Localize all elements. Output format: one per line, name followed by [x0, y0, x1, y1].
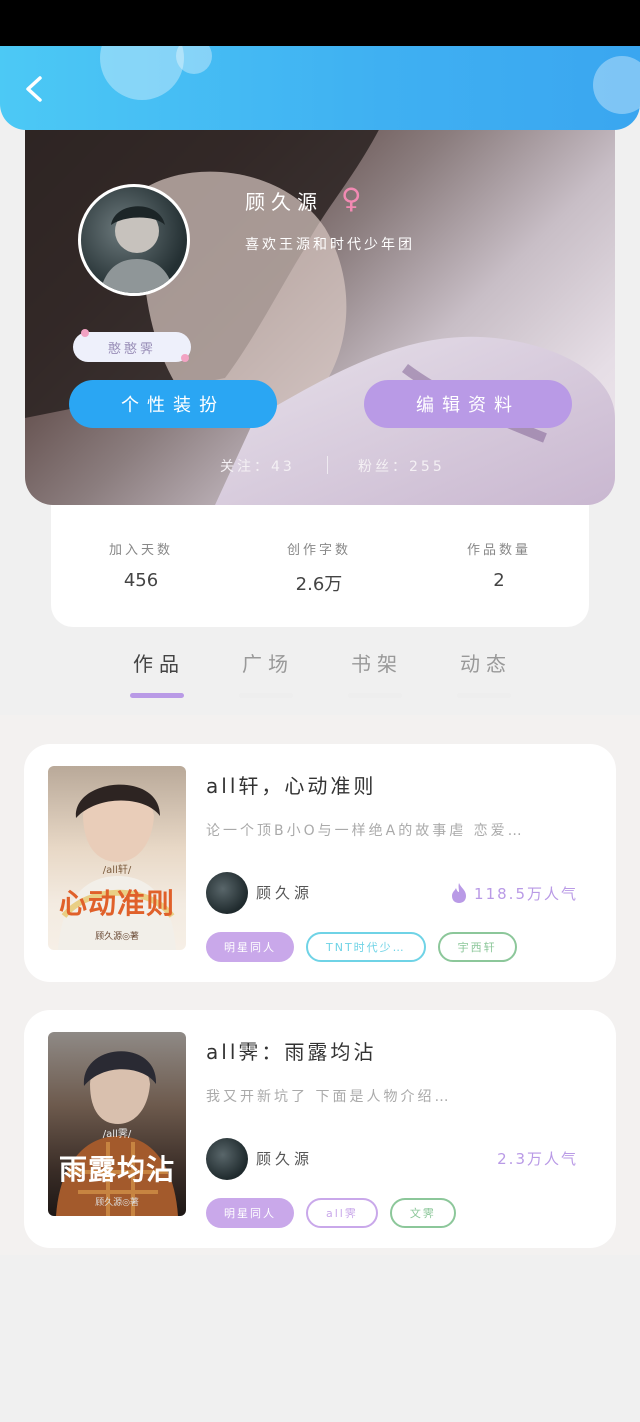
stat-value: 2.6万 [295, 574, 343, 595]
flame-icon [452, 883, 467, 903]
tab-bookshelf[interactable]: 书架 [347, 648, 407, 677]
cover-title: 雨露均沾 [58, 1153, 175, 1186]
stat-word-count: 创作字数 2.6万 [249, 539, 389, 596]
cover-portrait [58, 784, 176, 950]
profile-card: 顾久源 ♀ 喜欢王源和时代少年团 憨憨霁 个性装扮 编辑资料 关注：43 粉丝：… [25, 118, 615, 505]
username: 顾久源 [245, 190, 323, 214]
status-bar [0, 0, 640, 46]
cover-title: 心动准则 [58, 887, 175, 920]
cover-series: /all霁/ [102, 1129, 132, 1140]
popularity-value: 2.3万人气 [497, 1150, 578, 1168]
work-card[interactable]: /all轩/ 心动准则 顾久源◎著 all轩，心动准则 论一个顶B小O与一样绝A… [24, 744, 616, 982]
tab-works[interactable]: 作品 [129, 648, 189, 677]
following-count[interactable]: 关注：43 [220, 456, 295, 476]
author-name[interactable]: 顾久源 [256, 1148, 313, 1169]
cover-author: 顾久源◎著 [95, 932, 139, 942]
tab-square[interactable]: 广场 [238, 648, 298, 677]
tab-indicator [130, 693, 184, 698]
cover-series: /all轩/ [102, 865, 132, 876]
tab-underline [239, 693, 293, 698]
stat-work-count: 作品数量 2 [429, 539, 569, 591]
tag-chip[interactable]: 宇西轩 [437, 932, 517, 962]
tab-underline [457, 693, 511, 698]
tag-chip[interactable]: 明星同人 [206, 932, 294, 962]
tab-bar: 作品 广场 书架 动态 [0, 648, 640, 700]
book-cover[interactable]: /all轩/ 心动准则 顾久源◎著 [48, 766, 186, 950]
works-list: /all轩/ 心动准则 顾久源◎著 all轩，心动准则 论一个顶B小O与一样绝A… [0, 715, 640, 1255]
badge-decor-icon [181, 354, 189, 362]
tag-chip[interactable]: all霁 [306, 1198, 378, 1228]
cover-portrait [56, 1051, 178, 1216]
work-card[interactable]: /all霁/ 雨露均沾 顾久源◎著 all霁：雨露均沾 我又开新坑了 下面是人物… [24, 1010, 616, 1248]
profile-avatar[interactable] [78, 184, 190, 296]
back-button[interactable] [18, 72, 52, 106]
profile-background-image [25, 118, 615, 505]
work-title[interactable]: all霁：雨露均沾 [206, 1036, 376, 1065]
chevron-left-icon [26, 76, 42, 102]
stat-label: 作品数量 [466, 543, 531, 558]
decorate-button[interactable]: 个性装扮 [69, 380, 277, 428]
gender-female-icon: ♀ [341, 182, 362, 215]
popularity-value: 118.5万人气 [474, 884, 578, 903]
author-avatar[interactable] [206, 1138, 248, 1180]
popularity: 2.3万人气 [497, 1148, 578, 1169]
divider [327, 456, 328, 474]
work-description: 论一个顶B小O与一样绝A的故事虐 恋爱… [206, 823, 525, 839]
book-cover[interactable]: /all霁/ 雨露均沾 顾久源◎著 [48, 1032, 186, 1216]
tag-chip[interactable]: TNT时代少… [306, 932, 426, 962]
tag-list: 明星同人 TNT时代少… 宇西轩 [206, 932, 517, 962]
cover-author: 顾久源◎著 [95, 1198, 139, 1208]
stats-card: 加入天数 456 创作字数 2.6万 作品数量 2 [51, 505, 589, 627]
decor-bubble [593, 56, 640, 114]
tab-moments[interactable]: 动态 [456, 648, 516, 677]
top-header [0, 46, 640, 130]
tag-chip[interactable]: 明星同人 [206, 1198, 294, 1228]
badge-label: 憨憨霁 [107, 341, 156, 357]
stat-join-days: 加入天数 456 [71, 539, 211, 591]
badge-decor-icon [81, 329, 89, 337]
title-badge[interactable]: 憨憨霁 [73, 329, 191, 362]
edit-profile-button[interactable]: 编辑资料 [364, 380, 572, 428]
popularity: 118.5万人气 [450, 882, 578, 904]
decor-bubble [100, 46, 184, 100]
author-name[interactable]: 顾久源 [256, 882, 313, 903]
stat-value: 456 [123, 570, 159, 591]
tag-chip[interactable]: 文霁 [389, 1198, 456, 1228]
work-title[interactable]: all轩，心动准则 [206, 770, 376, 799]
stat-label: 创作字数 [286, 543, 351, 558]
fans-count[interactable]: 粉丝：255 [358, 456, 445, 476]
tag-list: 明星同人 all霁 文霁 [206, 1198, 456, 1228]
stat-value: 2 [493, 570, 505, 591]
profile-signature: 喜欢王源和时代少年团 [245, 237, 415, 253]
stat-label: 加入天数 [108, 543, 173, 558]
author-avatar[interactable] [206, 872, 248, 914]
tab-underline [348, 693, 402, 698]
work-description: 我又开新坑了 下面是人物介绍… [206, 1089, 452, 1105]
